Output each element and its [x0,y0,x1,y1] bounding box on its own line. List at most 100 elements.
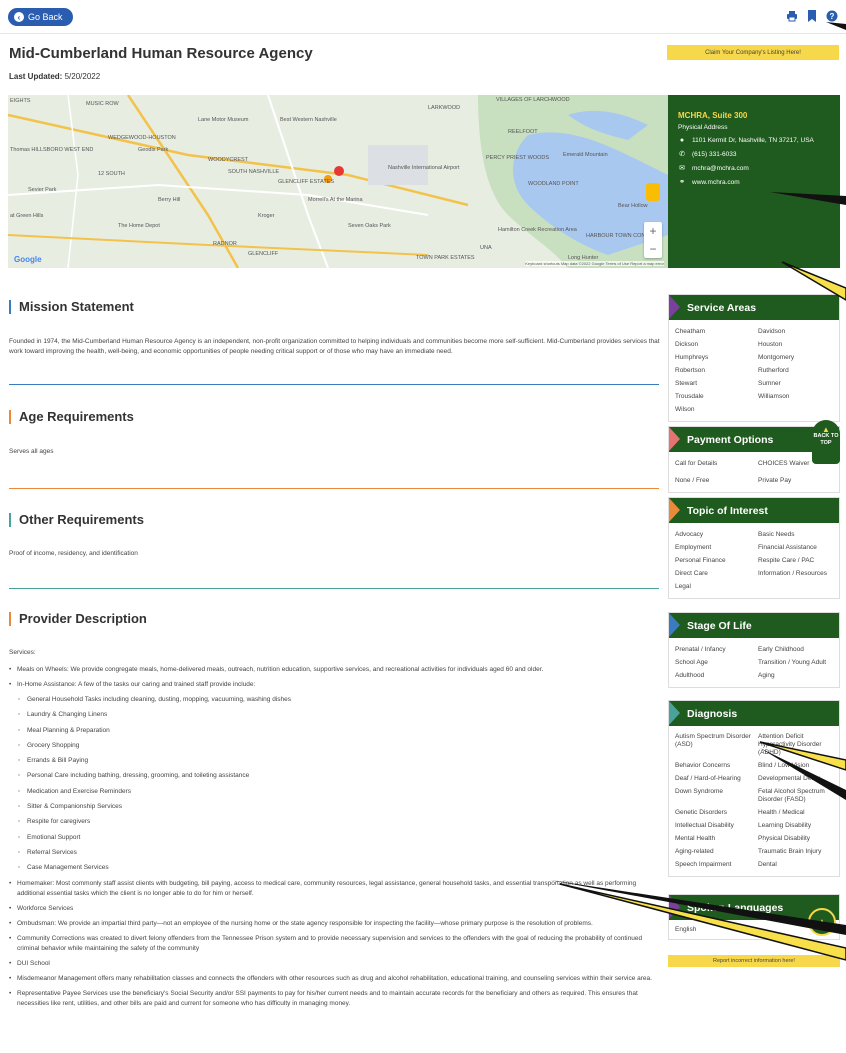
section-bar [9,611,11,626]
list-item: Personal Care including bathing, dressin… [9,771,664,781]
scroll-up-button[interactable]: ▲ [808,908,836,936]
list-item: Williamson [758,393,790,400]
report-incorrect-button[interactable]: Report incorrect information here! [668,955,840,967]
services-label: Services: [9,649,36,656]
list-item: Fetal Alcohol Spectrum Disorder (FASD) [758,788,825,803]
stage-grid: Prenatal / Infancy Early Childhood Schoo… [669,638,839,687]
street-address-text: 1101 Kermit Dr, Nashville, TN 37217, USA [692,137,814,144]
list-item: Behavior Concerns [675,762,731,769]
topic-of-interest-header: Topic of Interest [669,498,839,523]
list-item: Direct Care [675,570,708,577]
list-item: Grocery Shopping [9,741,664,751]
list-item: Genetic Disorders [675,809,728,816]
map-label: RADNOR [213,241,237,247]
website-text: www.mchra.com [692,178,740,186]
list-item: Referral Services [9,848,664,858]
map-label: WOODLAND POINT [528,181,579,187]
list-item: Davidson [758,328,786,335]
list-item: Deaf / Hard-of-Hearing [675,775,741,782]
last-updated: Last Updated: 5/20/2022 [9,72,100,81]
list-item: Mental Health [675,835,716,842]
topic-grid: Advocacy Basic Needs Employment Financia… [669,523,839,598]
map-zoom-control[interactable]: + − [644,222,662,258]
list-item: Sumner [758,380,781,387]
list-item: Call for Details [675,460,718,467]
list-item: Aging [758,672,775,679]
list-item: Community Corrections was created to div… [9,934,664,954]
list-item: Representative Payee Services use the be… [9,989,664,1009]
list-item: DUI School [9,959,664,969]
phone-icon: ✆ [679,151,685,158]
other-heading: Other Requirements [9,512,144,527]
age-heading: Age Requirements [9,409,134,424]
list-item: Dickson [675,341,699,348]
go-back-button[interactable]: ‹ Go Back [8,8,73,26]
service-areas-box: Service Areas Cheatham Davidson Dickson … [668,294,840,422]
side-title: Topic of Interest [687,504,768,517]
list-item: None / Free [675,477,710,484]
back-to-top-button[interactable]: ▲ BACK TO TOP [812,420,840,464]
map-attribution[interactable]: Keyboard shortcuts Map data ©2022 Google… [525,261,664,266]
back-to-top-label: BACK TO TOP [813,433,839,446]
list-item: Medication and Exercise Reminders [9,787,664,797]
section-title: Age Requirements [19,409,134,424]
phone-text: (615) 331-6033 [692,150,737,158]
page-title: Mid-Cumberland Human Resource Agency [9,45,313,62]
list-item: Health / Medical [758,809,805,816]
header-triangle [669,613,680,637]
list-item: Adulthood [675,672,705,679]
location-map[interactable]: EIGHTS MUSIC ROW Lane Motor Museum Best … [8,95,668,268]
side-title: Service Areas [687,301,757,314]
email-link[interactable]: ✉ mchra@mchra.com [678,164,830,173]
street-address[interactable]: ● 1101 Kermit Dr, Nashville, TN 37217, U… [678,137,830,144]
list-item: Attention Deficit Hyperactivity Disorder… [758,733,822,756]
map-label: Sevier Park [28,187,57,193]
list-item: Errands & Bill Paying [9,756,664,766]
map-label: WOODYCREST [208,157,249,163]
map-label: VILLAGES OF LARCHWOOD [496,97,570,103]
map-label: Best Western Nashville [280,117,337,123]
map-label: Bear Hollow [618,203,648,209]
service-areas-grid: Cheatham Davidson Dickson Houston Humphr… [669,320,839,421]
street-view-pegman-icon[interactable] [646,183,660,201]
chevron-up-icon: ▲ [817,916,827,928]
zoom-in-icon[interactable]: + [649,224,656,238]
list-item: Houston [758,341,783,348]
print-icon[interactable] [786,10,798,22]
list-item: Blind / Low Vision [758,762,810,769]
website-link[interactable]: ⚭ www.mchra.com [678,178,830,187]
map-label: at Green Hills [10,213,44,219]
list-item: Stewart [675,380,698,387]
map-label: Seven Oaks Park [348,223,391,229]
link-icon: ⚭ [679,179,685,186]
list-item: Trousdale [675,393,704,400]
diagnosis-header: Diagnosis [669,701,839,726]
map-label: Nashville International Airport [388,165,460,171]
section-title: Mission Statement [19,299,134,314]
list-item: Workforce Services [9,904,664,914]
section-divider [9,588,659,589]
zoom-out-icon[interactable]: − [649,242,656,256]
section-bar [9,512,11,527]
back-arrow-icon: ‹ [14,12,24,22]
header-triangle [669,895,680,919]
map-label: Morrell's At the Marina [308,197,363,203]
svg-text:?: ? [830,12,835,21]
claim-listing-button[interactable]: Claim Your Company's Listing Here! [667,45,839,60]
side-title: Diagnosis [687,707,738,720]
map-label: 12 SOUTH [98,171,125,177]
stage-of-life-box: Stage Of Life Prenatal / Infancy Early C… [668,612,840,688]
list-item: Transition / Young Adult [758,659,827,666]
list-item: Sitter & Companionship Services [9,802,664,812]
map-label: MUSIC ROW [86,101,119,107]
bookmark-icon[interactable] [806,10,818,22]
map-label: Berry Hill [158,197,181,203]
phone-link[interactable]: ✆ (615) 331-6033 [678,150,830,159]
map-label: Kroger [258,213,275,219]
list-item: Information / Resources [758,570,828,577]
list-item: Aging-related [675,848,714,855]
section-bar [9,299,11,314]
list-item: Legal [675,583,691,590]
help-icon[interactable]: ? [826,10,838,22]
map-label: SOUTH NASHVILLE [228,169,280,175]
